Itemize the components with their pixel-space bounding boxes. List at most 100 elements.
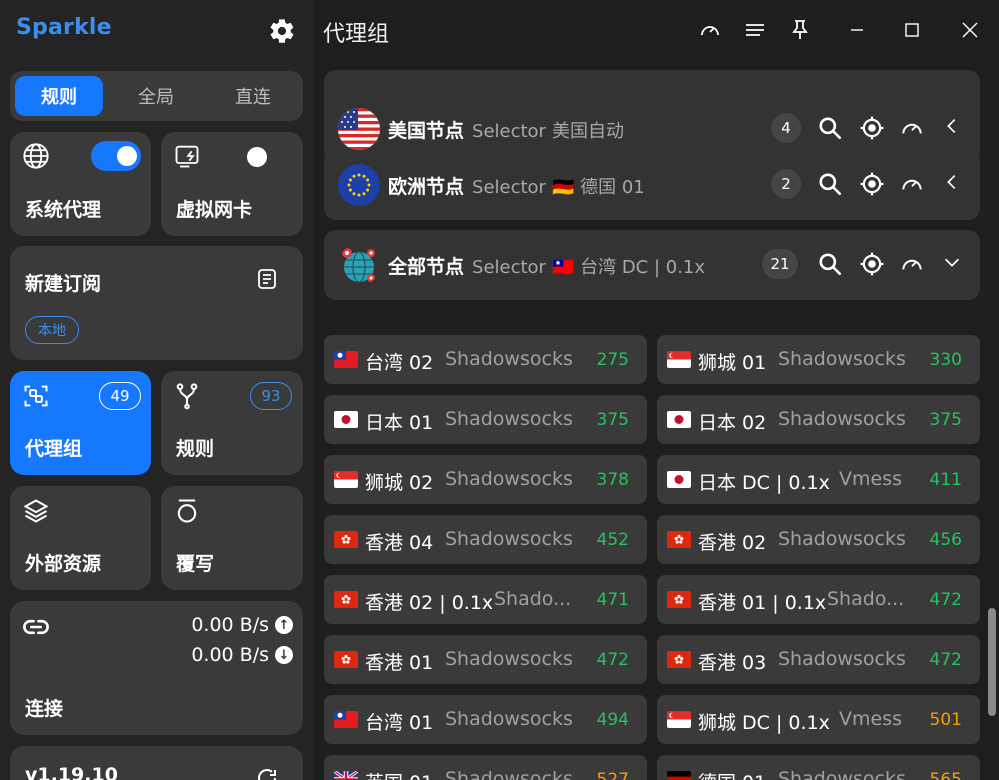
proxy-item[interactable]: 日本 02 Shadowsocks 375	[657, 395, 980, 444]
chevron-left-icon[interactable]	[941, 115, 963, 141]
proxy-item[interactable]: 香港 02 | 0.1x Shado... 471	[324, 575, 647, 624]
sort-lines-icon[interactable]	[743, 18, 767, 42]
speedometer-icon[interactable]	[899, 171, 925, 197]
proxy-name: 日本 DC | 0.1x	[698, 472, 830, 494]
pin-icon[interactable]	[788, 18, 812, 42]
resources-card[interactable]: 外部资源	[10, 486, 151, 590]
connections-card[interactable]: 0.00 B/s ↑ 0.00 B/s ↓ 连接	[10, 601, 303, 735]
proxy-delay[interactable]: 456	[930, 530, 962, 550]
proxy-item[interactable]: 台湾 02 Shadowsocks 275	[324, 335, 647, 384]
proxy-name: 台湾 02	[365, 352, 434, 374]
proxy-group-header[interactable]: 全部节点 Selector 🇹🇼 台湾 DC | 0.1x 21	[324, 230, 980, 300]
proxy-delay[interactable]: 378	[597, 470, 629, 490]
group-count: 4	[771, 113, 801, 143]
link-icon	[23, 619, 49, 635]
proxy-delay[interactable]: 452	[597, 530, 629, 550]
proxy-group-header[interactable]: 欧洲节点 Selector 🇩🇪 德国 01 2	[324, 150, 980, 220]
proxy-type: Shadowsocks	[445, 348, 573, 370]
proxy-name: 狮城 DC | 0.1x	[698, 712, 830, 734]
speedometer-icon[interactable]	[698, 18, 722, 42]
proxy-delay[interactable]: 501	[930, 710, 962, 730]
proxy-item[interactable]: 香港 01 | 0.1x Shado... 472	[657, 575, 980, 624]
proxy-delay[interactable]: 275	[597, 350, 629, 370]
proxy-item[interactable]: 香港 02 Shadowsocks 456	[657, 515, 980, 564]
search-icon[interactable]	[817, 171, 843, 197]
speedometer-icon[interactable]	[899, 251, 925, 277]
proxy-delay[interactable]: 471	[597, 590, 629, 610]
proxy-item[interactable]: 德国 01 Shadowsocks 565	[657, 755, 980, 780]
proxy-type: Shadowsocks	[445, 648, 573, 670]
group-type: Selector	[472, 257, 546, 278]
proxy-item[interactable]: 狮城 02 Shadowsocks 378	[324, 455, 647, 504]
flag-jp-icon	[667, 411, 691, 428]
proxy-item[interactable]: 香港 03 Shadowsocks 472	[657, 635, 980, 684]
proxy-name: 香港 01 | 0.1x	[698, 592, 827, 614]
tun-card[interactable]: 虚拟网卡	[161, 132, 303, 236]
proxy-item[interactable]: 日本 01 Shadowsocks 375	[324, 395, 647, 444]
override-card[interactable]: 覆写	[161, 486, 303, 590]
scrollbar[interactable]	[988, 608, 996, 716]
group-current-proxy: 🇩🇪 德国 01	[551, 177, 645, 198]
proxy-item[interactable]: 香港 04 Shadowsocks 452	[324, 515, 647, 564]
connections-title: 连接	[25, 698, 64, 720]
resources-title: 外部资源	[25, 553, 102, 575]
chevron-down-icon[interactable]	[941, 251, 963, 277]
flag-tw-icon	[334, 351, 358, 368]
search-icon[interactable]	[817, 115, 843, 141]
gear-icon[interactable]	[268, 17, 296, 45]
proxy-item[interactable]: 香港 01 Shadowsocks 472	[324, 635, 647, 684]
sidebar: Sparkle 规则 全局 直连 系统代理 虚拟网卡 新建订阅 本地 49 代理…	[0, 0, 313, 780]
proxy-delay[interactable]: 375	[597, 410, 629, 430]
proxy-item[interactable]: 台湾 01 Shadowsocks 494	[324, 695, 647, 744]
maximize-icon[interactable]	[900, 18, 924, 42]
locate-icon[interactable]	[859, 251, 885, 277]
speedometer-icon[interactable]	[899, 115, 925, 141]
version-card[interactable]: v1.19.10	[10, 746, 303, 780]
proxy-type: Shado...	[827, 588, 905, 610]
proxy-name: 香港 02 | 0.1x	[365, 592, 494, 614]
group-name-text: 美国节点	[388, 120, 465, 142]
proxy-type: Vmess	[839, 468, 902, 490]
proxies-card[interactable]: 49 代理组	[10, 371, 151, 475]
download-speed: 0.00 B/s ↓	[191, 644, 293, 666]
proxy-item[interactable]: 日本 DC | 0.1x Vmess 411	[657, 455, 980, 504]
proxy-name: 德国 01	[698, 768, 766, 780]
tun-toggle[interactable]	[247, 147, 267, 167]
mode-rule[interactable]: 规则	[15, 76, 103, 116]
proxy-delay[interactable]: 494	[597, 710, 629, 730]
proxy-delay[interactable]: 472	[930, 590, 962, 610]
sysproxy-card[interactable]: 系统代理	[10, 132, 151, 236]
proxy-item[interactable]: 狮城 DC | 0.1x Vmess 501	[657, 695, 980, 744]
proxy-name: 香港 01	[365, 652, 434, 674]
proxy-delay[interactable]: 472	[930, 650, 962, 670]
proxy-delay[interactable]: 565	[930, 770, 962, 780]
override-title: 覆写	[176, 553, 215, 575]
refresh-icon[interactable]	[255, 766, 279, 780]
search-icon[interactable]	[817, 251, 843, 277]
locate-icon[interactable]	[859, 171, 885, 197]
group-name: 欧洲节点 Selector 🇩🇪 德国 01	[388, 172, 645, 199]
flag-sg-icon	[667, 351, 691, 368]
profile-card[interactable]: 新建订阅 本地	[10, 246, 303, 360]
sysproxy-toggle[interactable]	[91, 141, 141, 171]
chevron-left-icon[interactable]	[941, 171, 963, 197]
network-card-icon	[175, 145, 199, 168]
proxy-item[interactable]: 狮城 01 Shadowsocks 330	[657, 335, 980, 384]
mode-global[interactable]: 全局	[112, 76, 200, 116]
proxy-item[interactable]: 英国 01 Shadowsocks 527	[324, 755, 647, 780]
proxy-delay[interactable]: 472	[597, 650, 629, 670]
locate-icon[interactable]	[859, 115, 885, 141]
group-current-proxy: 美国自动	[551, 121, 624, 142]
group-flag-icon	[338, 108, 380, 150]
proxy-delay[interactable]: 527	[597, 770, 629, 780]
minimize-icon[interactable]	[845, 18, 869, 42]
close-icon[interactable]	[958, 18, 982, 42]
sysproxy-title: 系统代理	[25, 199, 102, 221]
document-icon[interactable]	[255, 267, 279, 291]
mode-direct[interactable]: 直连	[209, 76, 297, 116]
proxy-delay[interactable]: 375	[930, 410, 962, 430]
proxy-delay[interactable]: 411	[930, 470, 962, 490]
proxy-delay[interactable]: 330	[930, 350, 962, 370]
flag-sg-icon	[667, 711, 691, 728]
rules-card[interactable]: 93 规则	[161, 371, 303, 475]
